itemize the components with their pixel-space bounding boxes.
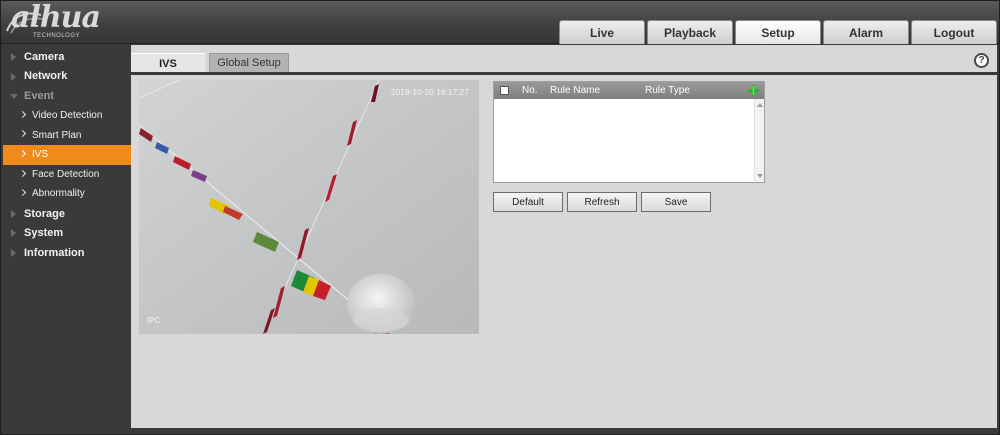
- sidebar-subitem-label: IVS: [32, 149, 49, 161]
- triangle-right-icon: [11, 209, 16, 218]
- sidebar-item-event[interactable]: Event: [3, 86, 130, 106]
- triangle-right-icon: [11, 248, 16, 257]
- chevron-right-icon: [18, 169, 27, 177]
- sidebar-item-camera[interactable]: Camera: [3, 47, 130, 67]
- triangle-right-icon: [11, 53, 16, 61]
- sidebar-item-label: Storage: [24, 207, 65, 220]
- sidebar-item-label: Network: [24, 70, 68, 83]
- nav-alarm-button[interactable]: Alarm: [823, 20, 909, 44]
- nav-playback-button[interactable]: Playback: [647, 20, 733, 44]
- sidebar-subitem-label: Abnormality: [32, 188, 85, 200]
- osd-channel-name: IPC: [147, 316, 161, 325]
- app-window: alhua TECHNOLOGY Live Playback Setup Ala…: [0, 0, 1000, 435]
- default-button[interactable]: Default: [493, 192, 563, 212]
- column-header-no: No.: [522, 85, 538, 96]
- sidebar-item-label: Event: [24, 89, 54, 102]
- sidebar-subitem-smart-plan[interactable]: Smart Plan: [3, 125, 130, 145]
- rule-table-header: No. Rule Name Rule Type: [494, 82, 764, 99]
- select-all-checkbox[interactable]: [500, 86, 509, 95]
- sidebar-item-label: Information: [24, 246, 85, 259]
- sidebar-subitem-label: Video Detection: [32, 110, 103, 122]
- brand-logo: alhua TECHNOLOGY: [5, 0, 125, 43]
- scroll-down-icon[interactable]: [757, 174, 763, 178]
- save-button[interactable]: Save: [641, 192, 711, 212]
- sidebar-menu: Camera Network Event Video Detection Sma…: [3, 47, 132, 427]
- sidebar-item-label: System: [24, 227, 64, 240]
- sidebar-item-system[interactable]: System: [3, 223, 130, 243]
- rule-table-scrollbar[interactable]: [754, 99, 764, 182]
- tab-bar: IVS Global Setup: [131, 53, 289, 73]
- column-header-rule-name: Rule Name: [550, 85, 601, 96]
- nav-setup-button[interactable]: Setup: [735, 20, 821, 44]
- sidebar-item-network[interactable]: Network: [3, 67, 130, 87]
- triangle-down-icon: [10, 94, 18, 100]
- tab-divider: [131, 72, 997, 75]
- chevron-right-icon: [18, 110, 27, 118]
- plus-icon[interactable]: [748, 85, 759, 96]
- nav-live-button[interactable]: Live: [559, 20, 645, 44]
- sidebar-subitem-label: Face Detection: [32, 168, 100, 180]
- sidebar-subitem-label: Smart Plan: [32, 129, 82, 141]
- rule-table: No. Rule Name Rule Type: [493, 81, 765, 183]
- column-header-rule-type: Rule Type: [645, 85, 690, 96]
- triangle-right-icon: [11, 229, 16, 238]
- help-icon[interactable]: ?: [974, 53, 989, 68]
- sidebar-subitem-ivs[interactable]: IVS: [3, 144, 132, 165]
- sidebar-subitem-video-detection[interactable]: Video Detection: [3, 106, 130, 126]
- logo-tagline: TECHNOLOGY: [33, 33, 81, 39]
- chevron-right-icon: [18, 189, 27, 197]
- top-navigation: Live Playback Setup Alarm Logout: [559, 20, 997, 44]
- main-content: IVS Global Setup ? 2018-10-20 16:17:27 I…: [131, 45, 997, 428]
- osd-timestamp: 2018-10-20 16:17:27: [391, 88, 470, 97]
- tab-ivs[interactable]: IVS: [131, 53, 205, 73]
- sidebar-item-label: Camera: [24, 50, 65, 63]
- chevron-right-icon: [18, 149, 27, 158]
- logo-wordmark: alhua: [11, 0, 101, 35]
- refresh-button[interactable]: Refresh: [567, 192, 637, 212]
- triangle-right-icon: [11, 72, 16, 81]
- sidebar-subitem-face-detection[interactable]: Face Detection: [3, 165, 130, 185]
- tab-global-setup[interactable]: Global Setup: [209, 53, 289, 73]
- sidebar-subitem-abnormality[interactable]: Abnormality: [3, 184, 130, 204]
- sidebar-item-storage[interactable]: Storage: [3, 204, 130, 224]
- nav-logout-button[interactable]: Logout: [911, 20, 997, 44]
- action-buttons: Default Refresh Save: [493, 192, 711, 212]
- live-video-preview[interactable]: 2018-10-20 16:17:27 IPC: [139, 80, 479, 334]
- scroll-up-icon[interactable]: [757, 103, 763, 107]
- chevron-right-icon: [18, 130, 27, 138]
- sidebar-item-information[interactable]: Information: [3, 243, 130, 263]
- camera-scene-image: [139, 80, 479, 334]
- top-header: alhua TECHNOLOGY Live Playback Setup Ala…: [1, 0, 999, 44]
